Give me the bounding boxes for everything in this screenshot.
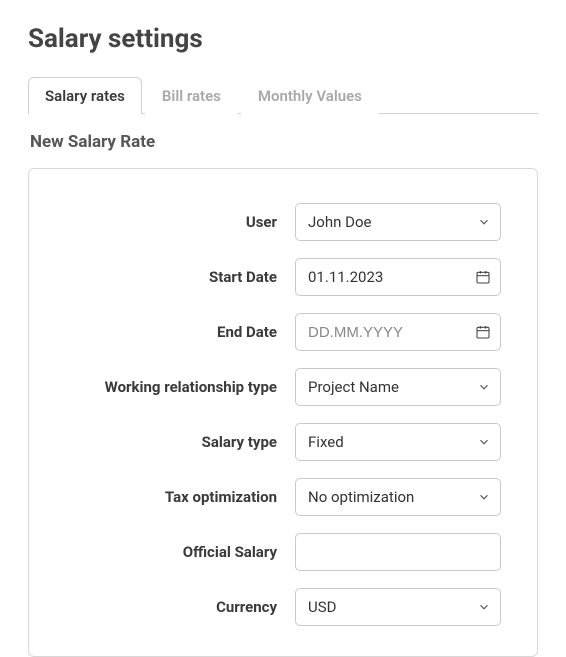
relationship-label: Working relationship type xyxy=(65,378,295,396)
start-date-value: 01.11.2023 xyxy=(308,268,383,286)
start-date-label: Start Date xyxy=(65,268,295,286)
relationship-value: Project Name xyxy=(308,378,399,396)
form-panel: User John Doe Start Date 01.11.2023 End … xyxy=(28,168,538,657)
tax-opt-value: No optimization xyxy=(308,488,414,506)
start-date-input[interactable]: 01.11.2023 xyxy=(295,258,501,296)
currency-label: Currency xyxy=(65,598,295,616)
tab-salary-rates[interactable]: Salary rates xyxy=(28,77,142,114)
tab-bill-rates[interactable]: Bill rates xyxy=(145,77,238,114)
currency-value: USD xyxy=(308,598,336,616)
page-title: Salary settings xyxy=(28,24,538,54)
tax-opt-label: Tax optimization xyxy=(65,488,295,506)
official-salary-label: Official Salary xyxy=(65,543,295,561)
user-select[interactable]: John Doe xyxy=(295,203,501,241)
end-date-field[interactable] xyxy=(308,314,464,350)
end-date-label: End Date xyxy=(65,323,295,341)
salary-type-select[interactable]: Fixed xyxy=(295,423,501,461)
section-title: New Salary Rate xyxy=(30,132,538,152)
tabs: Salary rates Bill rates Monthly Values xyxy=(28,76,538,114)
user-select-value: John Doe xyxy=(308,213,371,231)
relationship-select[interactable]: Project Name xyxy=(295,368,501,406)
user-label: User xyxy=(65,213,295,231)
salary-type-value: Fixed xyxy=(308,433,344,451)
salary-type-label: Salary type xyxy=(65,433,295,451)
tax-opt-select[interactable]: No optimization xyxy=(295,478,501,516)
official-salary-input[interactable] xyxy=(295,533,501,571)
currency-select[interactable]: USD xyxy=(295,588,501,626)
tab-monthly-values[interactable]: Monthly Values xyxy=(241,77,379,114)
end-date-input[interactable] xyxy=(295,313,501,351)
official-salary-field[interactable] xyxy=(308,534,464,570)
